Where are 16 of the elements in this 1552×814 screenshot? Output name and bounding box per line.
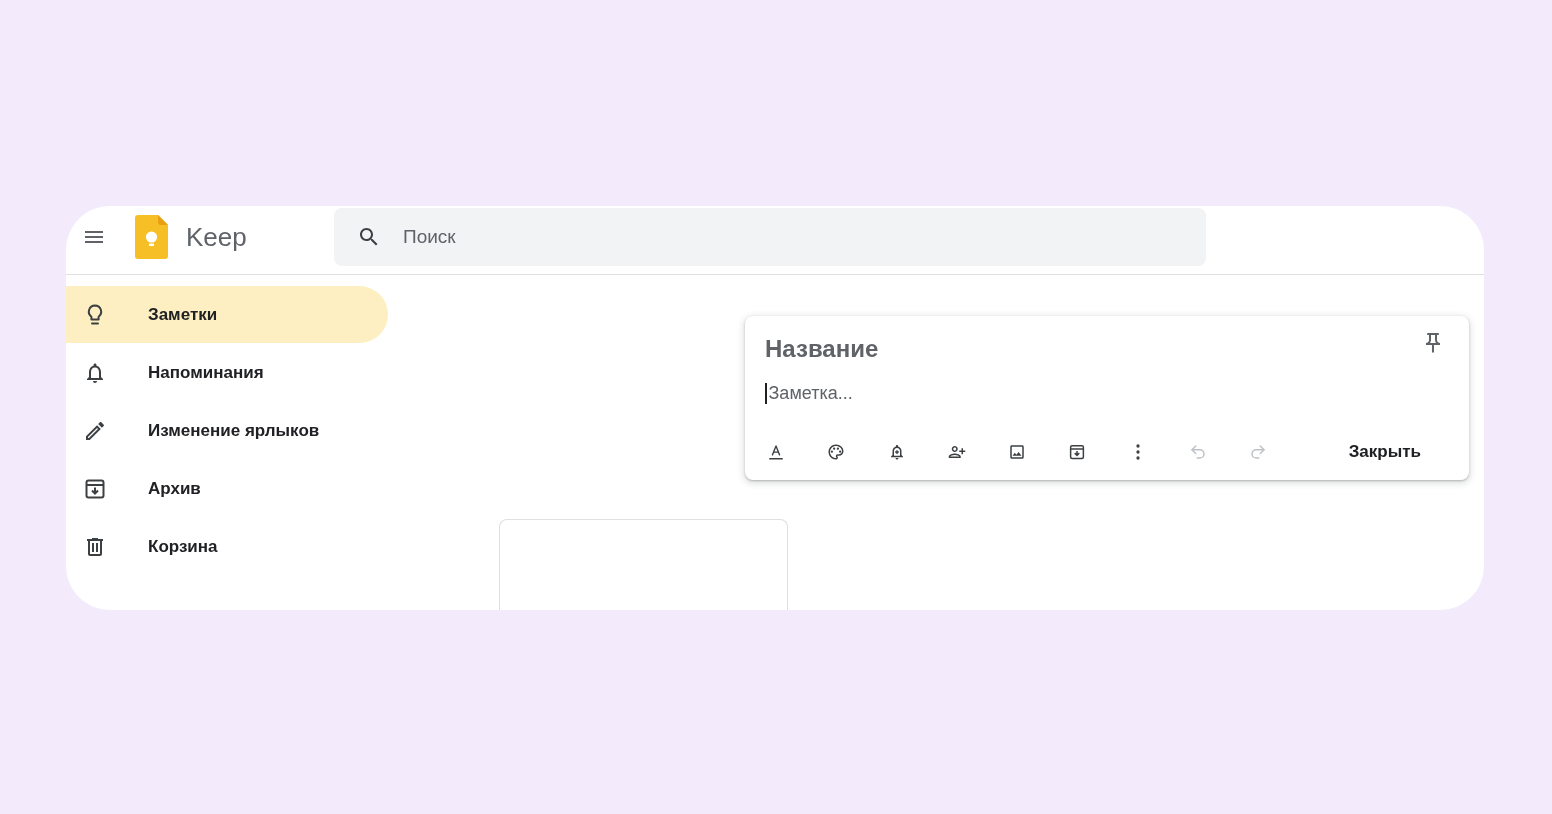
- sidebar-item[interactable]: Заметки: [66, 286, 388, 343]
- title-input[interactable]: Название: [765, 331, 1421, 367]
- logo-icon: [135, 215, 168, 259]
- sidebar-item[interactable]: Изменение ярлыков: [66, 402, 388, 459]
- palette-icon[interactable]: [827, 443, 846, 461]
- sidebar-item[interactable]: Архив: [66, 460, 388, 517]
- sidebar-item[interactable]: Напоминания: [66, 344, 388, 401]
- sidebar-item[interactable]: Корзина: [66, 518, 388, 575]
- image-icon[interactable]: [1008, 443, 1027, 461]
- note-input[interactable]: Заметка...: [768, 381, 1453, 405]
- search-field[interactable]: Поиск: [334, 208, 1206, 266]
- archive-icon[interactable]: [1068, 443, 1087, 461]
- app-name: Keep: [186, 221, 248, 253]
- text-format-icon[interactable]: [767, 443, 785, 461]
- close-button[interactable]: Закрыть: [1324, 432, 1445, 472]
- person-add-icon[interactable]: [947, 443, 966, 461]
